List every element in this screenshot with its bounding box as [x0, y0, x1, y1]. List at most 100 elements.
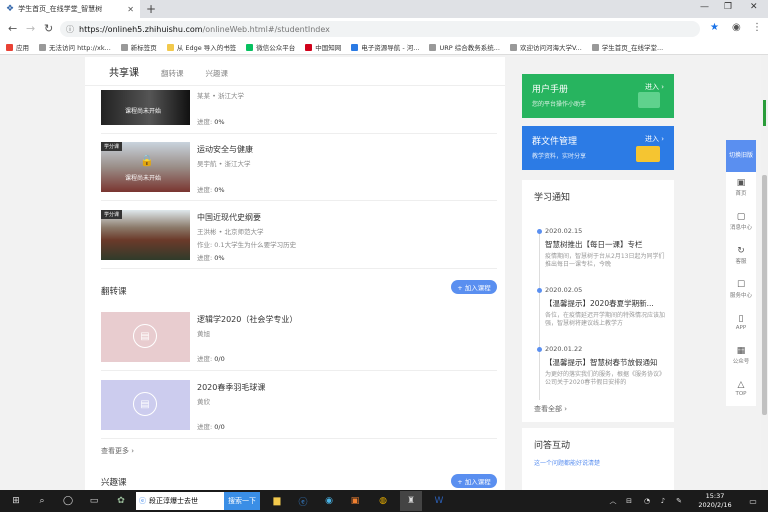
taskbar-search-box[interactable]: ⓔ 段正淳爆士去世 搜索一下 — [136, 492, 260, 510]
sidetool-home[interactable]: ▣ 首页 — [726, 178, 756, 197]
course-thumbnail[interactable]: 课程尚未开始 — [101, 90, 190, 125]
enter-link[interactable]: 进入 › — [645, 134, 664, 144]
browser-tab[interactable]: ❖ 学生首页_在线学堂_智慧树 ✕ — [0, 0, 140, 18]
tab-interest-course[interactable]: 兴趣课 — [206, 68, 229, 79]
bookmark-icon — [6, 43, 13, 51]
edge-icon: ⓔ — [139, 497, 146, 505]
divider — [101, 200, 497, 201]
volume-icon[interactable]: ♪ — [656, 491, 670, 511]
sidetool-top[interactable]: △ TOP — [726, 380, 756, 397]
app-icon[interactable]: ◉ — [318, 491, 340, 511]
wifi-icon[interactable]: ◔ — [640, 491, 654, 511]
bookmark-item[interactable]: URP 综合教务系统... — [429, 42, 500, 52]
sidetool-messages[interactable]: ▢ 消息中心 — [726, 212, 756, 231]
bookmark-item[interactable]: 微信公众平台 — [246, 42, 295, 52]
course-thumbnail[interactable]: 学分课 🔒 课程尚未开始 — [101, 142, 190, 192]
bookmark-item[interactable]: 欢迎访问河海大学V... — [509, 42, 582, 52]
back-icon[interactable]: ← — [8, 22, 17, 35]
sidetool-service[interactable]: ↻ 客服 — [726, 246, 756, 265]
sidetool-official-account[interactable]: ▦ 公众号 — [726, 346, 756, 365]
app-icon[interactable]: ♜ — [400, 491, 422, 511]
close-window-button[interactable]: ✕ — [750, 2, 758, 12]
app-icon[interactable]: ▣ — [344, 491, 366, 511]
profile-icon[interactable]: ◉ — [732, 22, 741, 33]
search-go-button[interactable]: 搜索一下 — [224, 492, 260, 510]
course-status: 课程尚未开始 — [125, 175, 162, 182]
bookmark-item[interactable]: 从 Edge 导入的书签 — [166, 42, 236, 52]
bookmark-icon — [39, 43, 46, 51]
group-files-card[interactable]: 群文件管理 教学资料，实时分享 进入 › — [522, 126, 674, 170]
timeline-dot — [537, 288, 542, 293]
bookmark-star-icon[interactable]: ★ — [710, 22, 719, 33]
course-teacher: 黄旭 — [197, 330, 210, 338]
switch-old-version-button[interactable]: 切换旧版 — [726, 140, 756, 172]
book-icon: ▤ — [133, 392, 157, 416]
info-icon[interactable]: ⓘ — [66, 24, 74, 35]
maximize-button[interactable]: ❐ — [724, 2, 732, 12]
scrollbar-thumb[interactable] — [762, 175, 767, 415]
bookmark-item[interactable]: 新标签页 — [120, 42, 157, 52]
reload-icon[interactable]: ↻ — [44, 22, 53, 35]
course-thumbnail[interactable]: ▤ — [101, 380, 190, 430]
course-assignment: 作业: 0.1大学生为什么要学习历史 — [197, 241, 297, 249]
pen-icon[interactable]: ✎ — [672, 491, 686, 511]
task-view-icon[interactable]: ▭ — [82, 491, 106, 511]
course-title[interactable]: 运动安全与健康 — [197, 144, 253, 155]
course-teacher: 黄欣 — [197, 398, 210, 406]
file-explorer-icon[interactable]: ▆ — [266, 491, 288, 511]
enter-link[interactable]: 进入 › — [645, 82, 664, 92]
forward-icon[interactable]: → — [26, 22, 35, 35]
tab-shared-course[interactable]: 共享课 — [109, 64, 139, 79]
qr-code-icon: ▦ — [736, 346, 746, 356]
course-title[interactable]: 2020春季羽毛球课 — [197, 382, 265, 393]
new-tab-button[interactable]: + — [146, 2, 156, 16]
sidetool-app[interactable]: ▯ APP — [726, 314, 756, 331]
tab-flip-course[interactable]: 翻转课 — [161, 68, 184, 79]
bookmark-icon — [246, 43, 254, 51]
course-thumbnail[interactable]: ▤ — [101, 312, 190, 362]
word-icon[interactable]: W — [428, 491, 450, 511]
course-title[interactable]: 中国近现代史纲要 — [197, 212, 261, 223]
notice-item-title[interactable]: 【温馨提示】智慧树春节放假通知 — [545, 357, 670, 368]
bookmark-item[interactable]: 应用 — [6, 42, 29, 52]
course-title[interactable]: 逻辑学2020（社会学专业） — [197, 314, 297, 325]
course-thumbnail[interactable]: 学分课 — [101, 210, 190, 260]
minimize-button[interactable]: — — [700, 2, 709, 12]
course-status: 课程尚未开始 — [125, 108, 162, 115]
app-icon[interactable]: ✿ — [110, 491, 132, 511]
user-manual-card[interactable]: 用户手册 您的平台操作小助手 进入 › — [522, 74, 674, 118]
join-course-button[interactable]: + 加入课程 — [451, 474, 497, 488]
chrome-icon[interactable]: ◍ — [372, 491, 394, 511]
course-teacher: 王洪彬 • 北京师范大学 — [197, 228, 264, 236]
bookmarks-bar: 应用 无法访问 http://xk... 新标签页从 Edge 导入的书签 微信公众平… — [0, 40, 768, 55]
bookmark-icon — [166, 43, 174, 51]
cortana-icon[interactable]: ◯ — [56, 491, 80, 511]
edge-taskbar-icon[interactable]: ⓔ — [292, 491, 314, 511]
notice-item-title[interactable]: 智慧树推出【每日一课】专栏 — [545, 239, 670, 250]
view-more-link[interactable]: 查看更多 › — [101, 446, 134, 456]
sidetool-service-center[interactable]: ☐ 服务中心 — [726, 280, 756, 299]
lock-icon: 🔒 — [140, 154, 154, 167]
bookmark-item[interactable]: 中国知网 — [305, 42, 341, 52]
tray-up-icon[interactable]: ︿ — [606, 491, 620, 511]
bookmark-item[interactable]: 电子资源导航 - 河... — [351, 42, 419, 52]
join-course-button[interactable]: + 加入课程 — [451, 280, 497, 294]
scroll-marker — [763, 100, 766, 126]
bookmark-item[interactable]: 学生首页_在线学堂... — [591, 42, 663, 52]
tab-close-icon[interactable]: ✕ — [127, 5, 134, 14]
view-all-notices-link[interactable]: 查看全部 › — [534, 404, 567, 414]
notification-icon[interactable]: ▭ — [744, 491, 762, 511]
bookmark-item[interactable]: 无法访问 http://xk... — [39, 42, 111, 52]
timeline-dot — [537, 347, 542, 352]
network-icon[interactable]: ⊟ — [622, 491, 636, 511]
start-icon[interactable]: ⊞ — [4, 491, 28, 511]
search-icon[interactable]: ⌕ — [30, 491, 54, 511]
divider — [101, 438, 497, 439]
qa-subtitle[interactable]: 这一个问题都能好说清楚 — [534, 458, 600, 467]
notice-item-title[interactable]: 【温馨提示】2020春夏学期新... — [545, 298, 670, 309]
more-menu-icon[interactable]: ⋮ — [752, 22, 762, 33]
system-clock[interactable]: 15:37 2020/2/16 — [690, 492, 740, 510]
headset-icon: ↻ — [737, 246, 745, 256]
url-bar[interactable]: ⓘ https://onlineh5.zhihuishu.com/onlineW… — [60, 21, 700, 37]
search-query: 段正淳爆士去世 — [149, 497, 198, 505]
